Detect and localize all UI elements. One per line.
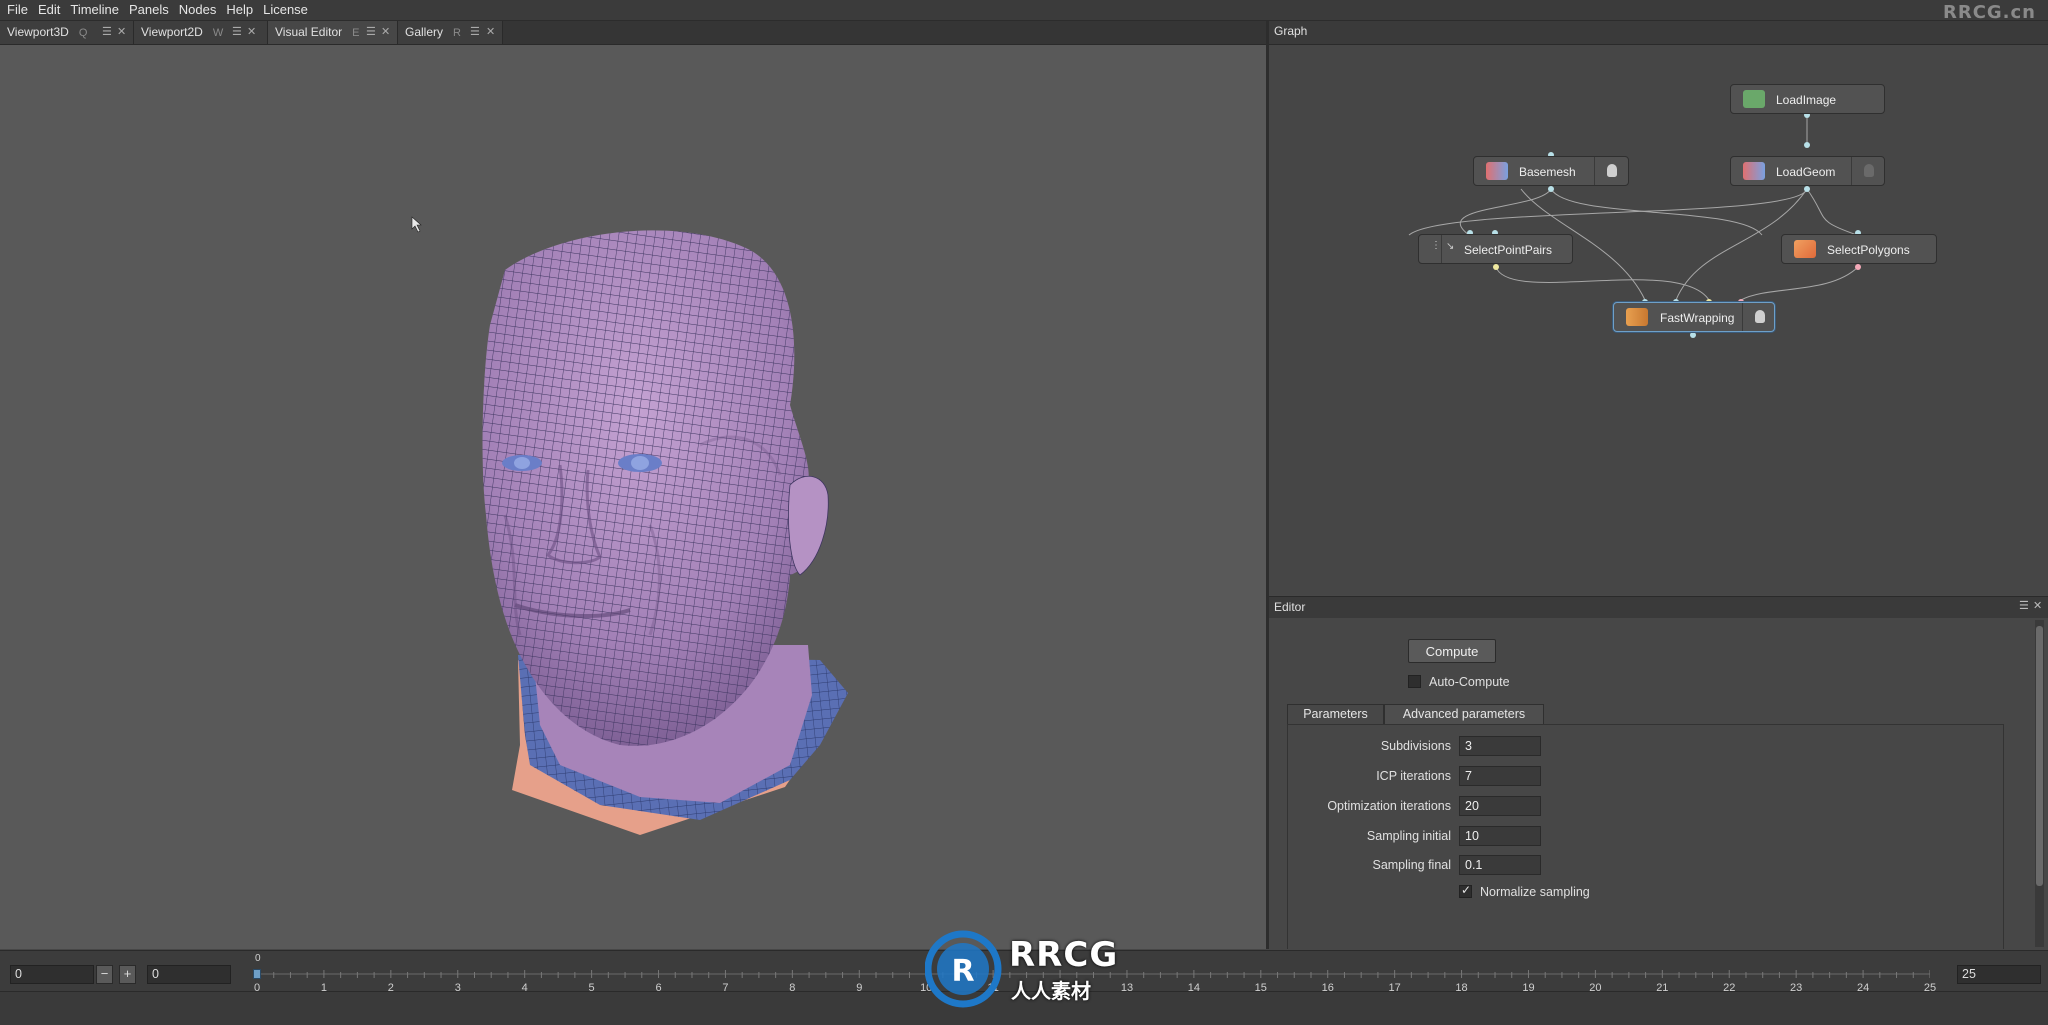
tab-label: Viewport2D xyxy=(141,25,203,39)
node-label: SelectPolygons xyxy=(1827,243,1910,257)
logo-subtitle: 人人素材 xyxy=(1011,979,1091,1003)
tab-viewport3d[interactable]: Viewport3D Q ☰ ✕ xyxy=(0,21,134,44)
mesh-icon xyxy=(1743,162,1765,180)
menu-license[interactable]: License xyxy=(258,0,313,20)
sampling-final-field[interactable]: 0.1 xyxy=(1459,855,1541,875)
auto-compute-checkbox[interactable] xyxy=(1408,675,1421,688)
close-icon[interactable]: ✕ xyxy=(117,21,126,43)
current-frame-input[interactable]: 0 xyxy=(147,965,231,984)
parameters-group: Subdivisions 3 ICP iterations 7 Optimiza… xyxy=(1287,724,2004,949)
watermark-text: RRCG.cn xyxy=(1942,2,2036,23)
viewport-tab-bar: Viewport3D Q ☰ ✕ Viewport2D W ☰ ✕ Visual E… xyxy=(0,21,1266,45)
viewport-3d[interactable] xyxy=(0,45,1266,949)
graph-panel-header: Graph xyxy=(1269,21,2048,45)
node-label: SelectPointPairs xyxy=(1464,243,1553,257)
node-basemesh[interactable]: Basemesh xyxy=(1473,156,1629,186)
tab-shortcut: R xyxy=(453,27,461,39)
scrollbar-thumb[interactable] xyxy=(2036,626,2043,886)
normalize-sampling-checkbox[interactable] xyxy=(1459,883,1472,898)
auto-compute-label: Auto-Compute xyxy=(1429,675,1510,689)
node-fastwrapping[interactable]: FastWrapping xyxy=(1613,302,1775,332)
menu-bar: File Edit Timeline Panels Nodes Help License xyxy=(0,0,2048,21)
tab-menu-icon[interactable]: ☰ xyxy=(102,21,112,43)
tab-parameters[interactable]: Parameters xyxy=(1287,704,1384,724)
timeline-end-input[interactable]: 25 xyxy=(1957,965,2041,984)
node-label: LoadGeom xyxy=(1776,165,1836,179)
menu-panels[interactable]: Panels xyxy=(124,0,174,20)
optimization-iterations-field[interactable]: 20 xyxy=(1459,796,1541,816)
menu-nodes[interactable]: Nodes xyxy=(174,0,222,20)
close-icon[interactable]: ✕ xyxy=(2033,599,2042,612)
menu-timeline[interactable]: Timeline xyxy=(65,0,124,20)
timeline-cursor-label: 0 xyxy=(255,953,261,964)
tab-menu-icon[interactable]: ☰ xyxy=(470,21,480,43)
minus-button[interactable]: − xyxy=(96,965,113,984)
subdivisions-field[interactable]: 3 xyxy=(1459,736,1541,756)
sampling-initial-field[interactable]: 10 xyxy=(1459,826,1541,846)
node-label: Basemesh xyxy=(1519,165,1576,179)
tab-shortcut: W xyxy=(212,27,224,39)
menu-edit[interactable]: Edit xyxy=(33,0,65,20)
lightbulb-icon[interactable] xyxy=(1607,164,1617,177)
polygons-icon xyxy=(1794,240,1816,258)
close-icon[interactable]: ✕ xyxy=(486,21,495,43)
panel-title: Graph xyxy=(1274,24,1308,38)
image-icon xyxy=(1743,90,1765,108)
tab-viewport2d[interactable]: Viewport2D W ☰ ✕ xyxy=(134,21,268,44)
node-selectpointpairs[interactable]: ⋮ ↘ SelectPointPairs xyxy=(1418,234,1573,264)
tab-menu-icon[interactable]: ☰ xyxy=(232,21,242,43)
mesh-icon xyxy=(1486,162,1508,180)
param-label: Sampling initial xyxy=(1366,829,1451,843)
svg-text:R: R xyxy=(951,954,974,989)
node-graph[interactable]: LoadImage Basemesh LoadGeom ⋮ ↘ SelectPo… xyxy=(1269,45,2048,595)
menu-help[interactable]: Help xyxy=(221,0,258,20)
logo-title: RRCG xyxy=(1009,935,1119,975)
param-label: ICP iterations xyxy=(1376,769,1451,783)
tab-visual-editor[interactable]: Visual Editor E ☰ ✕ xyxy=(268,21,398,44)
panel-title: Editor xyxy=(1274,600,1306,614)
node-loadimage[interactable]: LoadImage xyxy=(1730,84,1885,114)
point-pairs-icon: ⋮ xyxy=(1431,240,1441,251)
normalize-sampling-label: Normalize sampling xyxy=(1480,885,1590,899)
tab-gallery[interactable]: Gallery R ☰ ✕ xyxy=(398,21,503,44)
param-label: Subdivisions xyxy=(1380,739,1451,753)
compute-button[interactable]: Compute xyxy=(1408,639,1496,663)
cursor-icon: ↘ xyxy=(1446,241,1455,252)
param-label: Sampling final xyxy=(1372,858,1451,872)
editor-panel: Compute Auto-Compute Parameters Advanced… xyxy=(1269,618,2048,949)
wrapping-icon xyxy=(1626,308,1648,326)
param-label: Optimization iterations xyxy=(1327,799,1451,813)
head-mesh-render xyxy=(411,216,848,835)
node-label: LoadImage xyxy=(1776,93,1837,107)
icp-iterations-field[interactable]: 7 xyxy=(1459,766,1541,786)
tab-menu-icon[interactable]: ☰ xyxy=(366,21,376,43)
tab-shortcut: Q xyxy=(78,27,88,39)
tab-advanced-parameters[interactable]: Advanced parameters xyxy=(1384,704,1544,724)
close-icon[interactable]: ✕ xyxy=(247,21,256,43)
plus-button[interactable]: + xyxy=(119,965,136,984)
tab-label: Viewport3D xyxy=(7,25,69,39)
tab-label: Visual Editor xyxy=(275,25,343,39)
tab-label: Gallery xyxy=(405,25,444,39)
timeline-start-input[interactable]: 0 xyxy=(10,965,94,984)
menu-file[interactable]: File xyxy=(0,0,33,20)
rrcg-logo-watermark: R RRCG 人人素材 xyxy=(925,929,1125,1009)
node-selectpolygons[interactable]: SelectPolygons xyxy=(1781,234,1937,264)
editor-panel-header: Editor ☰ ✕ xyxy=(1269,596,2048,619)
close-icon[interactable]: ✕ xyxy=(381,21,390,43)
editor-scrollbar[interactable] xyxy=(2035,620,2044,947)
playhead-handle[interactable] xyxy=(253,969,261,979)
tab-shortcut: E xyxy=(352,27,360,39)
node-loadgeom[interactable]: LoadGeom xyxy=(1730,156,1885,186)
lightbulb-icon[interactable] xyxy=(1864,164,1874,177)
node-label: FastWrapping xyxy=(1660,311,1735,325)
panel-menu-icon[interactable]: ☰ xyxy=(2019,599,2029,612)
logo-emblem-icon: R xyxy=(925,930,1002,1008)
lightbulb-icon[interactable] xyxy=(1755,310,1765,323)
